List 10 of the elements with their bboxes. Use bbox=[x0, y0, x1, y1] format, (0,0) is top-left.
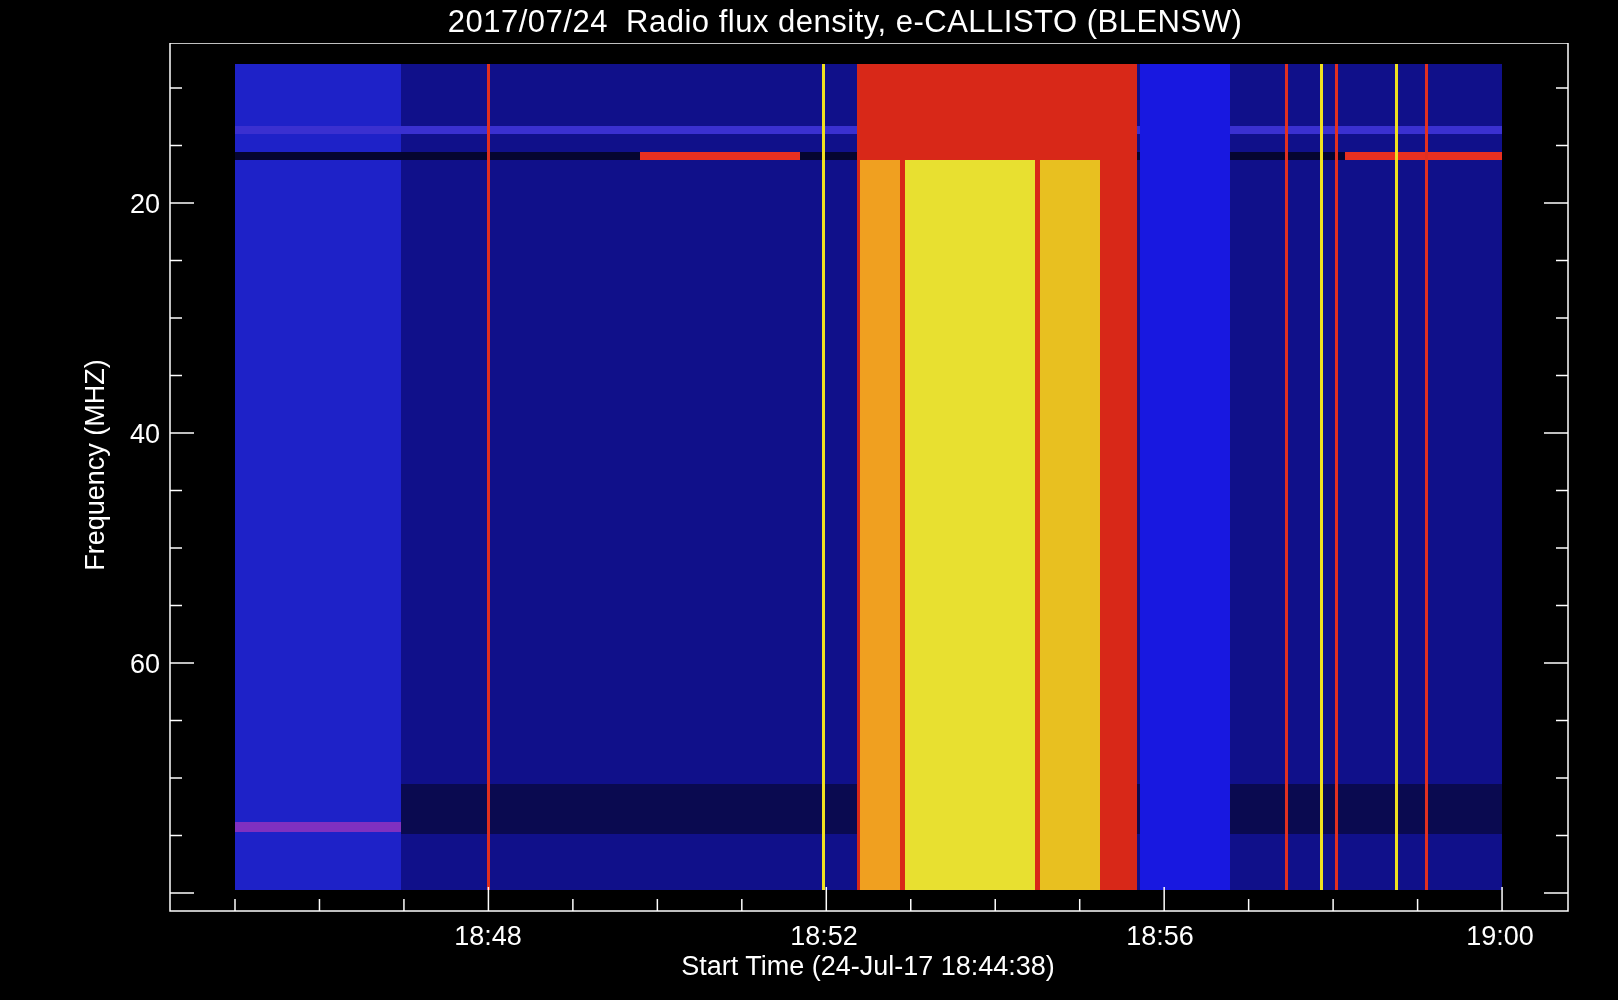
x-tick-label: 18:52 bbox=[790, 921, 858, 951]
y-tick-label: 60 bbox=[129, 649, 160, 679]
y-tick-label: 40 bbox=[129, 419, 160, 449]
x-axis-label: Start Time (24-Jul-17 18:44:38) bbox=[681, 951, 1055, 981]
x-tick-label: 18:56 bbox=[1126, 921, 1194, 951]
y-axis-label: Frequency (MHZ) bbox=[80, 359, 110, 571]
x-tick-label: 18:48 bbox=[454, 921, 522, 951]
chart-title: 2017/07/24 Radio flux density, e-CALLISTO (BLENSW) bbox=[446, 2, 1244, 41]
x-tick-label: 19:00 bbox=[1466, 921, 1534, 951]
y-tick-label: 20 bbox=[129, 189, 160, 219]
